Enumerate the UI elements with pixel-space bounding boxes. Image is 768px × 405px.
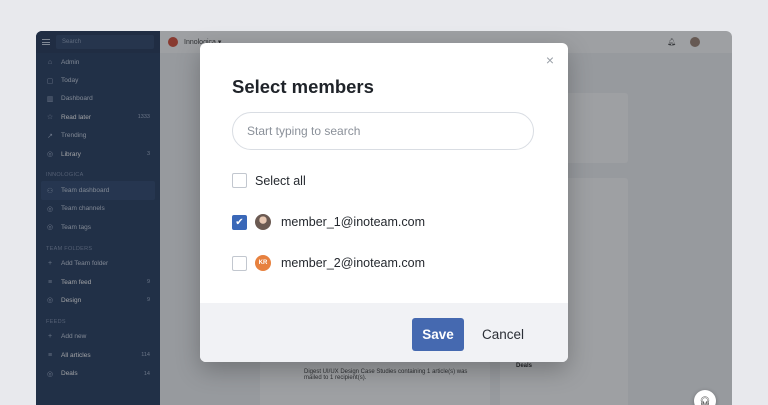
member-checkbox[interactable] [232, 255, 247, 271]
member-row[interactable]: KR member_2@inoteam.com [232, 255, 425, 271]
avatar [255, 214, 271, 230]
member-email: member_1@inoteam.com [281, 215, 425, 229]
select-all-label: Select all [255, 173, 306, 188]
select-all-row[interactable]: Select all [232, 173, 306, 188]
dialog-footer: Save Cancel [200, 303, 568, 362]
avatar: KR [255, 255, 271, 271]
close-icon[interactable]: × [546, 53, 554, 67]
dialog-title: Select members [232, 76, 374, 97]
select-members-dialog: × Select members Start typing to search … [200, 43, 568, 362]
member-email: member_2@inoteam.com [281, 256, 425, 270]
member-checkbox[interactable]: ✔ [232, 214, 247, 230]
member-row[interactable]: ✔ member_1@inoteam.com [232, 214, 425, 230]
cancel-button[interactable]: Cancel [482, 318, 524, 351]
headset-icon[interactable]: 🎧︎ [694, 390, 716, 405]
select-all-checkbox[interactable] [232, 173, 247, 188]
save-button[interactable]: Save [412, 318, 464, 351]
member-search-input[interactable]: Start typing to search [232, 112, 534, 150]
